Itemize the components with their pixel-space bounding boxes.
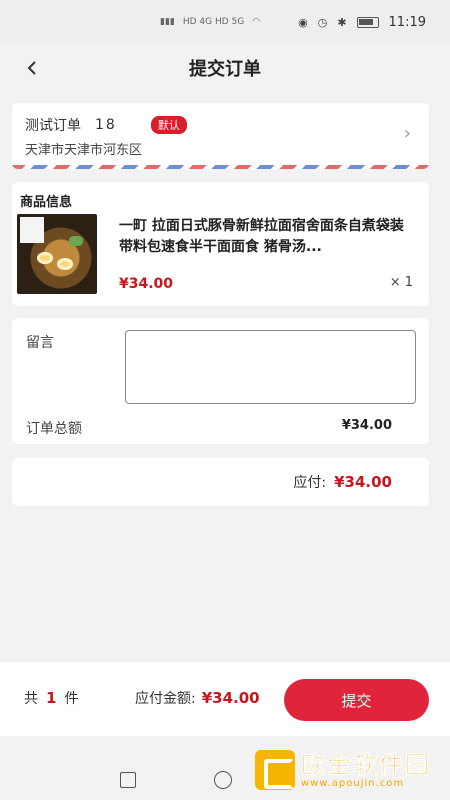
bluetooth-icon: ✱ [337, 15, 347, 29]
payable-label: 应付: [293, 475, 327, 491]
chevron-right-icon: › [403, 123, 411, 144]
recipient-name: 测试订单 [25, 118, 81, 134]
goods-card: 商品信息 一町 拉面日式豚骨新鲜拉面宿舍面条自煮袋装带料包速食半干面面食 猪骨汤… [12, 182, 429, 306]
alarm-icon: ◷ [317, 15, 328, 29]
address-card[interactable]: 测试订单 18 默认 天津市天津市河东区 › [12, 103, 429, 169]
recipient-phone: 18 [95, 117, 117, 133]
chevron-left-icon [27, 61, 36, 75]
count-suffix: 件 [64, 691, 79, 707]
watermark-logo-icon [255, 750, 295, 790]
eye-icon: ◉ [298, 15, 308, 29]
remark-card: 留言 订单总额 ¥34.00 [12, 318, 429, 444]
payable-value: ¥34.00 [334, 473, 392, 491]
home-button[interactable] [214, 771, 232, 789]
order-total-value: ¥34.00 [341, 418, 392, 433]
watermark-en: www.apoujin.com [301, 777, 405, 789]
status-bar: ▮▮▮ HD 4G HD 5G ◠ ◉ ◷ ✱ 11:19 [0, 0, 450, 44]
default-badge: 默认 [150, 116, 187, 134]
pay-amount-value: ¥34.00 [201, 689, 260, 707]
watermark-cn: 欧金软件园 [301, 750, 431, 779]
clock: 11:19 [388, 14, 426, 30]
product-image[interactable] [17, 214, 97, 294]
page-title: 提交订单 [189, 59, 261, 80]
recents-button[interactable] [120, 772, 136, 788]
count-prefix: 共 [24, 691, 38, 707]
network-indicator: HD 4G HD 5G [182, 17, 245, 27]
address-detail: 天津市天津市河东区 [25, 143, 143, 158]
submit-button[interactable]: 提交 [284, 679, 429, 721]
airmail-border [12, 165, 429, 169]
remark-input[interactable] [125, 330, 416, 404]
navigation-bar: 提交订单 [0, 44, 450, 92]
payable-card: 应付: ¥34.00 [12, 458, 429, 506]
pay-amount-label: 应付金额: [135, 691, 196, 707]
item-count: 共 1 件 [24, 688, 78, 708]
back-button[interactable] [18, 54, 46, 82]
goods-section-title: 商品信息 [20, 195, 73, 210]
battery-icon [356, 16, 379, 28]
order-total-label: 订单总额 [26, 421, 82, 437]
count-number: 1 [46, 689, 57, 707]
pay-amount: 应付金额: ¥34.00 [135, 688, 260, 708]
watermark: 欧金软件园 www.apoujin.com [255, 744, 445, 796]
signal-icon: ▮▮▮ [160, 17, 175, 27]
product-title[interactable]: 一町 拉面日式豚骨新鲜拉面宿舍面条自煮袋装带料包速食半干面面食 猪骨汤... [119, 216, 414, 258]
checkout-bar: 共 1 件 应付金额: ¥34.00 提交 [0, 662, 450, 736]
wifi-icon: ◠ [252, 17, 261, 27]
product-quantity: × 1 [389, 275, 413, 290]
signal-indicators: ▮▮▮ HD 4G HD 5G ◠ [160, 17, 260, 27]
remark-label: 留言 [26, 335, 54, 351]
product-price: ¥34.00 [119, 276, 174, 292]
